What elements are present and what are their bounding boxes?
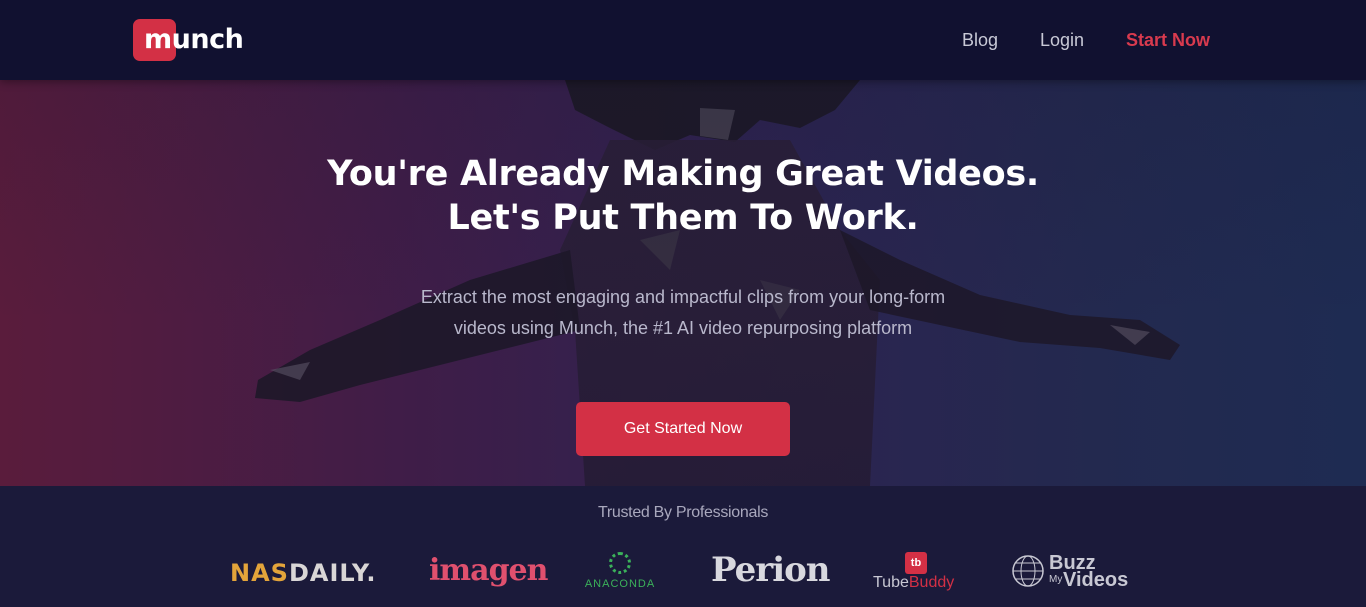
anaconda-ring-icon [609,552,631,574]
anaconda-logo: ANACONDA [580,550,660,594]
my-text: My [1049,574,1063,585]
headline-line-2: Let's Put Them To Work. [447,198,919,238]
headline-line-1: You're Already Making Great Videos. [327,154,1039,194]
get-started-button[interactable]: Get Started Now [576,402,790,456]
tubebuddy-text-part-1: Tube [873,574,909,591]
anaconda-logo-text: ANACONDA [584,578,656,590]
hero-section: You're Already Making Great Videos. Let'… [0,80,1366,486]
hero-subtext: Extract the most engaging and impactful … [333,282,1033,344]
subtext-line-2: videos using Munch, the #1 AI video repu… [453,318,913,338]
videos-text: Videos [1063,569,1129,591]
logo-text: munch [144,24,244,55]
subtext-line-1: Extract the most engaging and impactful … [420,287,946,307]
trusted-by-section: Trusted By Professionals NASDAILY. image… [0,486,1366,607]
globe-icon [1012,555,1044,587]
nav-link-login[interactable]: Login [1040,30,1084,51]
hero-headline: You're Already Making Great Videos. Let'… [283,152,1083,240]
buzzmyvideos-logo: Buzz My Videos [1011,552,1141,594]
trusted-title: Trusted By Professionals [597,504,769,521]
nasdaily-logo-part-2: DAILY. [288,559,377,587]
imagen-logo: imagen [429,553,548,588]
nav-link-start-now[interactable]: Start Now [1126,30,1210,51]
perion-logo: Perion [711,550,831,590]
top-navbar: munch Blog Login Start Now [0,0,1366,80]
tubebuddy-text-part-2: Buddy [908,574,955,591]
tubebuddy-logo-text: TubeBuddy [873,574,954,592]
tubebuddy-badge-icon: tb [905,552,927,574]
nasdaily-logo: NASDAILY. [230,559,376,587]
tubebuddy-logo: tb TubeBuddy [873,552,963,596]
nav-link-blog[interactable]: Blog [962,30,998,51]
nasdaily-logo-part-1: NAS [230,559,289,587]
